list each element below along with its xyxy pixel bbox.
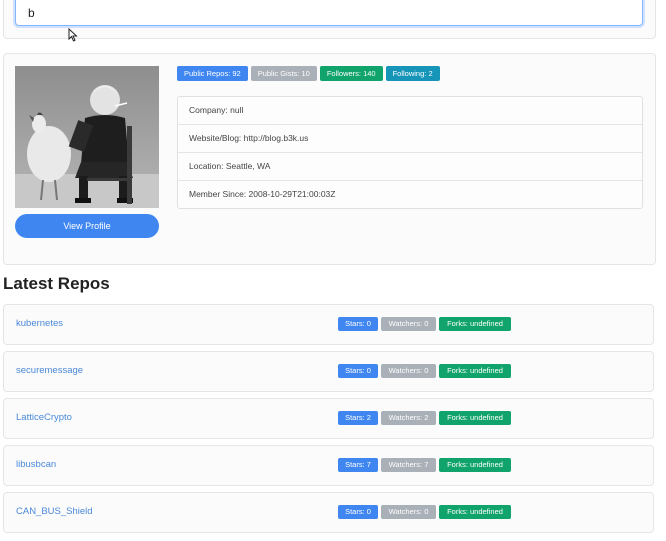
repo-card: kubernetes Stars: 0 Watchers: 0 Forks: u… — [3, 304, 654, 345]
company-item: Company: null — [178, 97, 642, 125]
forks-badge: Forks: undefined — [439, 505, 511, 519]
repo-link[interactable]: kubernetes — [16, 318, 63, 329]
repo-link[interactable]: libusbcan — [16, 459, 56, 470]
watchers-badge: Watchers: 0 — [381, 505, 436, 519]
stars-badge: Stars: 0 — [338, 364, 378, 378]
public-gists-badge: Public Gists: 10 — [250, 66, 317, 81]
repo-badges: Stars: 2 Watchers: 2 Forks: undefined — [338, 411, 511, 425]
repo-badges: Stars: 7 Watchers: 7 Forks: undefined — [338, 458, 511, 472]
mouse-cursor-icon — [68, 28, 78, 42]
watchers-badge: Watchers: 7 — [381, 458, 436, 472]
latest-repos-heading: Latest Repos — [3, 274, 110, 293]
profile-info-list: Company: null Website/Blog: http://blog.… — [177, 96, 643, 209]
repo-link[interactable]: securemessage — [16, 365, 83, 376]
watchers-badge: Watchers: 0 — [381, 317, 436, 331]
search-input[interactable] — [15, 0, 643, 26]
repo-list: kubernetes Stars: 0 Watchers: 0 Forks: u… — [3, 304, 654, 539]
watchers-badge: Watchers: 2 — [381, 411, 436, 425]
repo-badges: Stars: 0 Watchers: 0 Forks: undefined — [338, 505, 511, 519]
forks-badge: Forks: undefined — [439, 411, 511, 425]
repo-link[interactable]: LatticeCrypto — [16, 412, 72, 423]
repo-card: libusbcan Stars: 7 Watchers: 7 Forks: un… — [3, 445, 654, 486]
repo-card: CAN_BUS_Shield Stars: 0 Watchers: 0 Fork… — [3, 492, 654, 533]
view-profile-button[interactable]: View Profile — [15, 214, 159, 238]
stars-badge: Stars: 0 — [338, 505, 378, 519]
avatar — [15, 66, 159, 208]
stars-badge: Stars: 0 — [338, 317, 378, 331]
forks-badge: Forks: undefined — [439, 458, 511, 472]
public-repos-badge: Public Repos: 92 — [177, 66, 248, 81]
forks-badge: Forks: undefined — [439, 317, 511, 331]
followers-badge: Followers: 140 — [319, 66, 383, 81]
repo-badges: Stars: 0 Watchers: 0 Forks: undefined — [338, 364, 511, 378]
repo-card: LatticeCrypto Stars: 2 Watchers: 2 Forks… — [3, 398, 654, 439]
forks-badge: Forks: undefined — [439, 364, 511, 378]
profile-stats-badges: Public Repos: 92 Public Gists: 10 Follow… — [177, 66, 440, 81]
stars-badge: Stars: 7 — [338, 458, 378, 472]
location-item: Location: Seattle, WA — [178, 153, 642, 181]
stars-badge: Stars: 2 — [338, 411, 378, 425]
repo-card: securemessage Stars: 0 Watchers: 0 Forks… — [3, 351, 654, 392]
search-card — [3, 0, 656, 39]
member-since-item: Member Since: 2008-10-29T21:00:03Z — [189, 189, 336, 199]
website-item: Website/Blog: http://blog.b3k.us — [178, 125, 642, 153]
following-badge: Following: 2 — [385, 66, 440, 81]
repo-link[interactable]: CAN_BUS_Shield — [16, 506, 93, 517]
watchers-badge: Watchers: 0 — [381, 364, 436, 378]
repo-badges: Stars: 0 Watchers: 0 Forks: undefined — [338, 317, 511, 331]
